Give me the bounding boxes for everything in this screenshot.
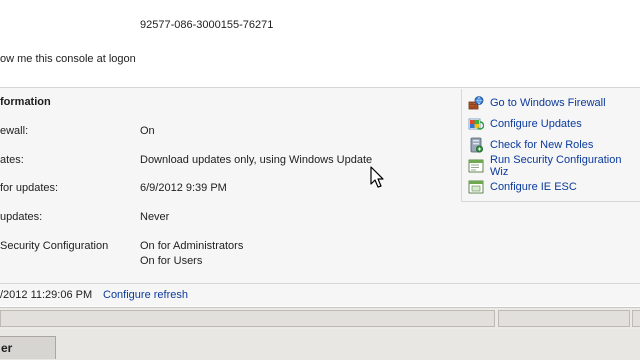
last-checked-value: 6/9/2012 9:39 PM (140, 182, 227, 194)
last-installed-value: Never (140, 211, 170, 223)
ie-esc-icon (468, 179, 484, 195)
firewall-value: On (140, 125, 155, 137)
scrollbar-track-segment[interactable] (498, 310, 630, 327)
scrollbar-track-segment[interactable] (632, 310, 640, 327)
task-label: Check for New Roles (490, 139, 594, 151)
roles-icon (468, 137, 484, 153)
last-installed-label: updates: (0, 211, 43, 223)
task-label: Configure Updates (490, 118, 582, 130)
firewall-label: ewall: (0, 125, 29, 137)
horizontal-scrollbar[interactable] (0, 307, 640, 330)
last-checked-label: for updates: (0, 182, 59, 194)
task-check-for-new-roles[interactable]: Check for New Roles (468, 137, 593, 153)
mouse-pointer-icon (370, 166, 386, 190)
ie-esc-value-users: On for Users (140, 255, 203, 267)
task-label: Run Security Configuration Wiz (490, 154, 622, 178)
bottom-bar (0, 329, 640, 360)
logon-checkbox-label[interactable]: ow me this console at logon (0, 53, 136, 65)
product-id-value: 92577-086-3000155-76271 (140, 19, 274, 31)
updates-label: ates: (0, 154, 24, 166)
configure-refresh-link[interactable]: Configure refresh (103, 289, 188, 301)
taskbar-button[interactable]: er (0, 336, 56, 359)
security-information-heading: formation (0, 96, 51, 108)
task-label: Configure IE ESC (490, 181, 577, 193)
last-refresh-timestamp: /2012 11:29:06 PM (0, 289, 93, 301)
security-wizard-icon (468, 158, 484, 174)
top-info-area (0, 0, 640, 88)
task-label: Go to Windows Firewall (490, 97, 606, 109)
taskbar-button-label: er (1, 341, 13, 355)
tasks-pane: Go to Windows Firewall Configure Updates (461, 89, 640, 202)
scrollbar-track-segment[interactable] (0, 310, 495, 327)
firewall-icon (468, 95, 484, 111)
ie-esc-value-admins: On for Administrators (140, 240, 244, 252)
task-go-to-windows-firewall[interactable]: Go to Windows Firewall (468, 95, 606, 111)
task-configure-ie-esc[interactable]: Configure IE ESC (468, 179, 577, 195)
task-configure-updates[interactable]: Configure Updates (468, 116, 582, 132)
ie-esc-label: Security Configuration (0, 240, 109, 252)
updates-icon (468, 116, 485, 132)
task-run-security-configuration-wizard[interactable]: Run Security Configuration Wiz (468, 154, 640, 178)
updates-value: Download updates only, using Windows Upd… (140, 154, 373, 166)
refresh-status-bar: /2012 11:29:06 PM Configure refresh (0, 284, 640, 306)
